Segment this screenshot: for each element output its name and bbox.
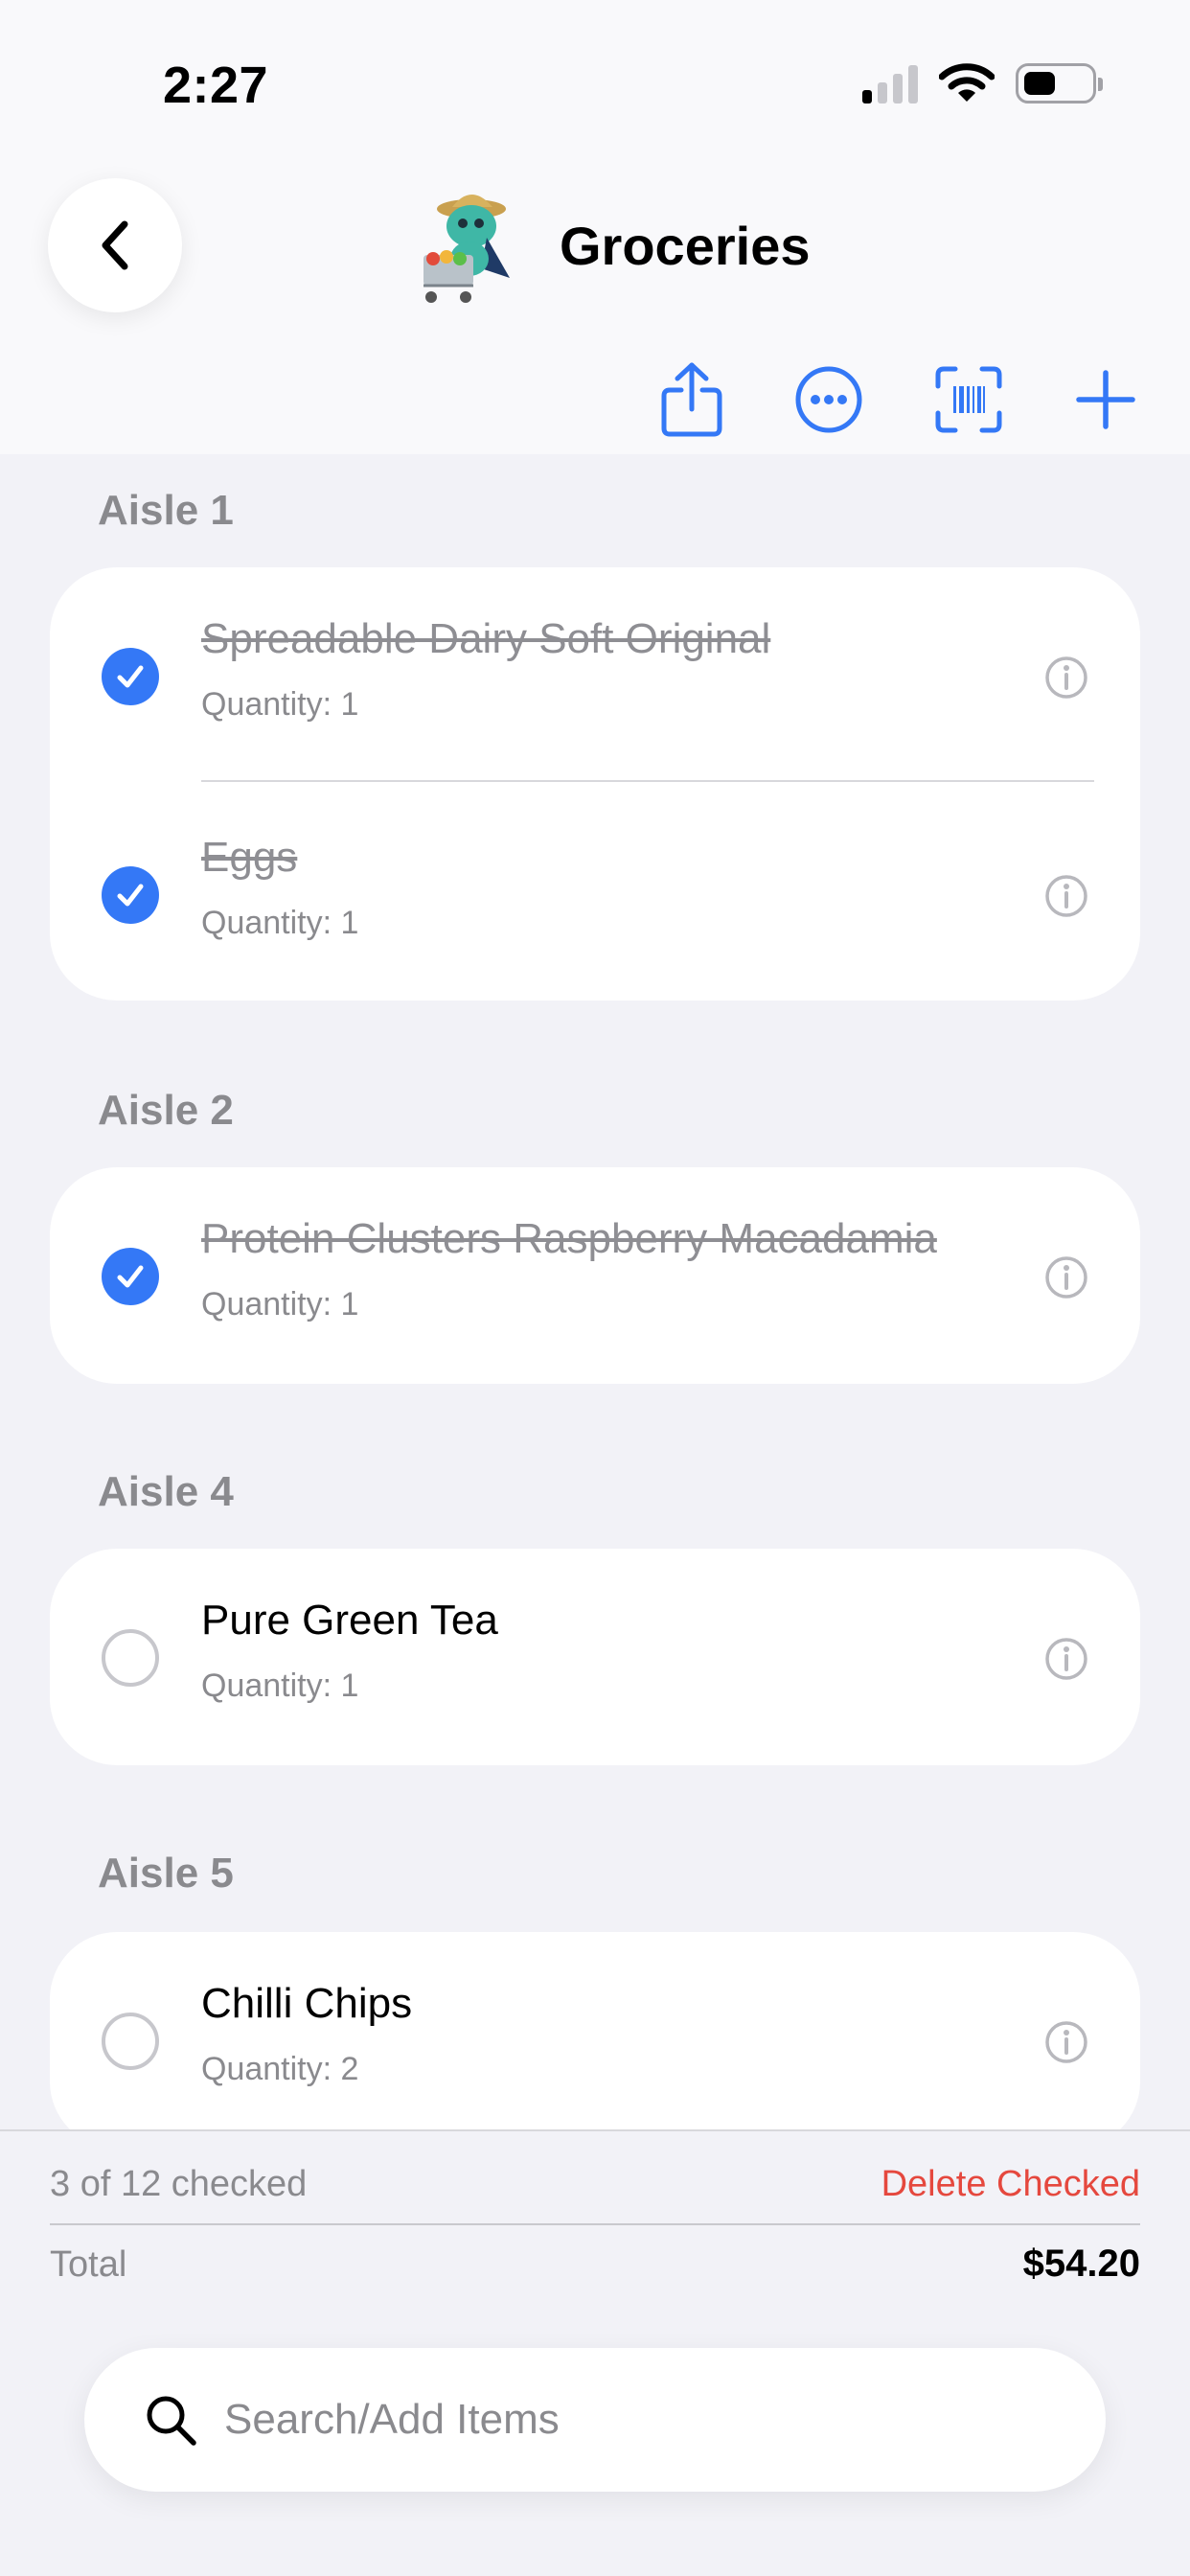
more-icon bbox=[795, 366, 862, 433]
groceries-screen: 2:27 Groceries Aisle 1 Spreadable Dairy … bbox=[0, 0, 1190, 2576]
item-quantity: Quantity: 1 bbox=[201, 1668, 359, 1704]
checkmark-icon bbox=[117, 1265, 144, 1288]
bottom-panel: 3 of 12 checked Delete Checked Total $54… bbox=[0, 2129, 1190, 2576]
back-button[interactable] bbox=[48, 178, 182, 312]
status-time: 2:27 bbox=[163, 57, 269, 114]
info-icon[interactable] bbox=[1044, 2020, 1088, 2064]
page-title: Groceries bbox=[560, 215, 811, 276]
aisle-2-card: Protein Clusters Raspberry Macadamia Qua… bbox=[50, 1167, 1140, 1384]
checkmark-icon bbox=[117, 665, 144, 688]
title-area: Groceries bbox=[410, 178, 811, 312]
add-item-button[interactable] bbox=[1063, 356, 1149, 443]
delete-checked-button[interactable]: Delete Checked bbox=[881, 2164, 1140, 2205]
add-icon bbox=[1076, 370, 1135, 429]
checked-checkbox[interactable] bbox=[102, 866, 159, 924]
list-item[interactable]: Protein Clusters Raspberry Macadamia Qua… bbox=[50, 1167, 1140, 1384]
item-quantity: Quantity: 1 bbox=[201, 1286, 359, 1322]
item-name: Pure Green Tea bbox=[201, 1597, 498, 1644]
wifi-icon bbox=[939, 63, 995, 102]
status-icons bbox=[862, 63, 1103, 104]
checkmark-icon bbox=[117, 884, 144, 907]
search-icon bbox=[147, 2396, 196, 2446]
checked-checkbox[interactable] bbox=[102, 648, 159, 705]
row-divider bbox=[201, 780, 1094, 782]
navigation-header: 2:27 Groceries bbox=[0, 0, 1190, 454]
total-label: Total bbox=[50, 2244, 127, 2285]
info-icon[interactable] bbox=[1044, 1255, 1088, 1300]
list-item[interactable]: Spreadable Dairy Soft Original Quantity:… bbox=[50, 567, 1140, 786]
section-label-aisle-1: Aisle 1 bbox=[98, 487, 234, 534]
item-quantity: Quantity: 1 bbox=[201, 905, 359, 941]
cellular-signal-icon bbox=[862, 63, 918, 104]
section-label-aisle-5: Aisle 5 bbox=[98, 1850, 234, 1897]
chevron-left-icon bbox=[102, 220, 128, 270]
unchecked-checkbox[interactable] bbox=[102, 1629, 159, 1687]
item-quantity: Quantity: 1 bbox=[201, 686, 359, 723]
summary-divider bbox=[50, 2223, 1140, 2225]
total-value: $54.20 bbox=[1022, 2242, 1140, 2285]
list-item[interactable]: Pure Green Tea Quantity: 1 bbox=[50, 1549, 1140, 1765]
checked-count: 3 of 12 checked bbox=[50, 2164, 308, 2204]
section-label-aisle-2: Aisle 2 bbox=[98, 1087, 234, 1134]
grocery-mascot-icon bbox=[423, 195, 510, 303]
info-icon[interactable] bbox=[1044, 1637, 1088, 1681]
item-name: Eggs bbox=[201, 834, 298, 881]
section-label-aisle-4: Aisle 4 bbox=[98, 1468, 234, 1515]
info-icon[interactable] bbox=[1044, 874, 1088, 918]
info-icon[interactable] bbox=[1044, 656, 1088, 700]
share-button[interactable] bbox=[649, 356, 735, 443]
item-name: Protein Clusters Raspberry Macadamia bbox=[201, 1215, 937, 1262]
checked-checkbox[interactable] bbox=[102, 1248, 159, 1305]
item-name: Spreadable Dairy Soft Original bbox=[201, 615, 771, 662]
item-quantity: Quantity: 2 bbox=[201, 2051, 359, 2087]
search-input[interactable] bbox=[224, 2386, 1048, 2453]
search-bar[interactable] bbox=[84, 2348, 1106, 2492]
list-item[interactable]: Chilli Chips Quantity: 2 bbox=[50, 1932, 1140, 2149]
barcode-scan-icon bbox=[935, 366, 1002, 433]
more-options-button[interactable] bbox=[786, 356, 872, 443]
battery-icon bbox=[1016, 63, 1103, 104]
aisle-4-card: Pure Green Tea Quantity: 1 bbox=[50, 1549, 1140, 1765]
item-name: Chilli Chips bbox=[201, 1980, 413, 2027]
list-item[interactable]: Eggs Quantity: 1 bbox=[50, 786, 1140, 1000]
share-icon bbox=[661, 362, 722, 437]
unchecked-checkbox[interactable] bbox=[102, 2012, 159, 2070]
aisle-1-card: Spreadable Dairy Soft Original Quantity:… bbox=[50, 567, 1140, 1000]
scan-barcode-button[interactable] bbox=[926, 356, 1012, 443]
aisle-5-card: Chilli Chips Quantity: 2 bbox=[50, 1932, 1140, 2149]
